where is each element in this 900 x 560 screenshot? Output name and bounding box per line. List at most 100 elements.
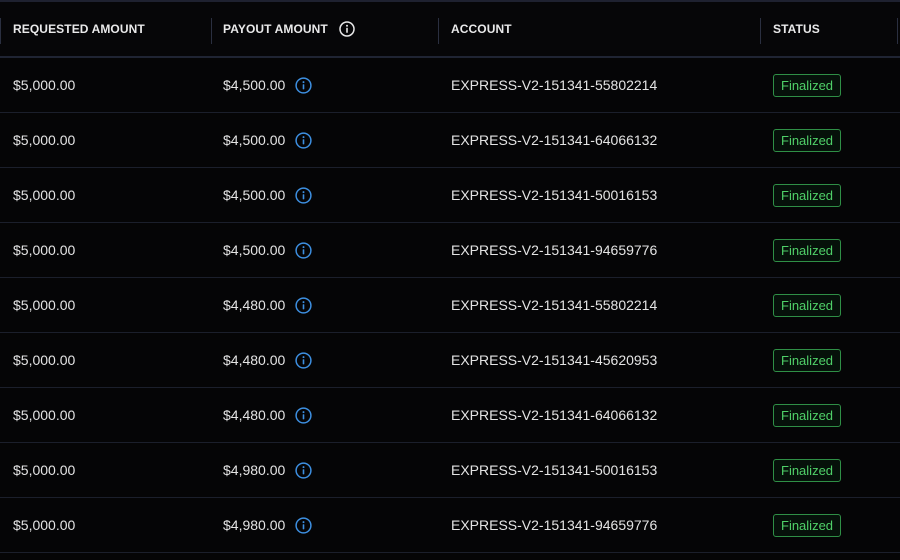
account-value: EXPRESS-V2-151341-94659776 [451, 242, 658, 258]
table-row[interactable]: $5,000.00 $4,500.00 EXPRESS-V2-151341-50… [0, 168, 900, 223]
header-payout-amount-label: PAYOUT AMOUNT [223, 22, 328, 36]
info-icon[interactable] [295, 241, 312, 259]
requested-amount-cell: $5,000.00 [13, 333, 75, 387]
payout-amount-cell: $4,500.00 [223, 168, 312, 222]
payout-amount-value: $4,500.00 [223, 77, 286, 93]
requested-amount-value: $5,000.00 [13, 242, 76, 258]
requested-amount-cell: $5,000.00 [13, 223, 75, 277]
payout-amount-cell: $4,480.00 [223, 388, 312, 442]
account-value: EXPRESS-V2-151341-50016153 [451, 462, 658, 478]
status-badge: Finalized [773, 183, 842, 207]
payout-amount-cell: $4,980.00 [223, 498, 312, 552]
account-cell: EXPRESS-V2-151341-55802214 [451, 58, 657, 112]
payout-amount-value: $4,480.00 [223, 352, 286, 368]
info-icon[interactable] [295, 516, 312, 534]
table-row[interactable]: $5,000.00 $4,500.00 EXPRESS-V2-151341-55… [0, 58, 900, 113]
payout-amount-value: $4,980.00 [223, 517, 286, 533]
payout-amount-cell: $4,500.00 [223, 223, 312, 277]
status-cell: Finalized [773, 223, 842, 277]
account-cell: EXPRESS-V2-151341-55802214 [451, 278, 657, 332]
account-value: EXPRESS-V2-151341-94659776 [451, 517, 658, 533]
column-divider [211, 18, 212, 44]
status-badge: Finalized [773, 348, 842, 372]
payouts-table: REQUESTED AMOUNT PAYOUT AMOUNT ACCOUNT S… [0, 0, 900, 560]
requested-amount-value: $5,000.00 [13, 297, 76, 313]
status-badge: Finalized [773, 73, 842, 97]
account-value: EXPRESS-V2-151341-45620953 [451, 352, 658, 368]
table-row[interactable]: $5,000.00 $4,980.00 EXPRESS-V2-151341-50… [0, 443, 900, 498]
payout-amount-cell: $4,500.00 [223, 58, 312, 112]
requested-amount-value: $5,000.00 [13, 462, 76, 478]
column-divider [760, 18, 761, 44]
payout-amount-value: $4,500.00 [223, 132, 286, 148]
status-cell: Finalized [773, 443, 842, 497]
header-account-label: ACCOUNT [451, 22, 512, 36]
table-row[interactable]: $5,000.00 $4,480.00 EXPRESS-V2-151341-45… [0, 333, 900, 388]
table-row[interactable]: $5,000.00 $4,980.00 EXPRESS-V2-151341-94… [0, 498, 900, 553]
payout-amount-value: $4,980.00 [223, 462, 286, 478]
payout-amount-cell: $4,500.00 [223, 113, 312, 167]
table-row[interactable]: $5,000.00 $4,500.00 EXPRESS-V2-151341-94… [0, 223, 900, 278]
table-body: $5,000.00 $4,500.00 EXPRESS-V2-151341-55… [0, 58, 900, 553]
requested-amount-cell: $5,000.00 [13, 168, 75, 222]
requested-amount-cell: $5,000.00 [13, 443, 75, 497]
info-icon[interactable] [339, 21, 355, 37]
payout-amount-value: $4,500.00 [223, 242, 286, 258]
header-requested-amount-label: REQUESTED AMOUNT [13, 22, 145, 36]
status-badge: Finalized [773, 293, 842, 317]
requested-amount-cell: $5,000.00 [13, 498, 75, 552]
status-badge: Finalized [773, 128, 842, 152]
status-cell: Finalized [773, 168, 842, 222]
account-cell: EXPRESS-V2-151341-64066132 [451, 388, 657, 442]
requested-amount-value: $5,000.00 [13, 517, 76, 533]
account-cell: EXPRESS-V2-151341-94659776 [451, 223, 657, 277]
status-badge: Finalized [773, 238, 842, 262]
account-value: EXPRESS-V2-151341-50016153 [451, 187, 658, 203]
table-row[interactable]: $5,000.00 $4,500.00 EXPRESS-V2-151341-64… [0, 113, 900, 168]
status-badge: Finalized [773, 403, 842, 427]
status-cell: Finalized [773, 333, 842, 387]
header-account[interactable]: ACCOUNT [451, 2, 512, 56]
account-cell: EXPRESS-V2-151341-64066132 [451, 113, 657, 167]
account-cell: EXPRESS-V2-151341-45620953 [451, 333, 657, 387]
header-payout-amount[interactable]: PAYOUT AMOUNT [223, 2, 355, 56]
requested-amount-value: $5,000.00 [13, 407, 76, 423]
header-status[interactable]: STATUS [773, 2, 820, 56]
requested-amount-value: $5,000.00 [13, 187, 76, 203]
info-icon[interactable] [295, 76, 312, 94]
account-cell: EXPRESS-V2-151341-50016153 [451, 443, 657, 497]
payout-amount-cell: $4,980.00 [223, 443, 312, 497]
status-cell: Finalized [773, 278, 842, 332]
requested-amount-cell: $5,000.00 [13, 278, 75, 332]
requested-amount-value: $5,000.00 [13, 352, 76, 368]
requested-amount-value: $5,000.00 [13, 132, 76, 148]
table-row[interactable]: $5,000.00 $4,480.00 EXPRESS-V2-151341-55… [0, 278, 900, 333]
column-divider [438, 18, 439, 44]
status-badge: Finalized [773, 458, 842, 482]
column-divider [0, 18, 1, 44]
info-icon[interactable] [295, 461, 312, 479]
info-icon[interactable] [295, 186, 312, 204]
payout-amount-value: $4,480.00 [223, 407, 286, 423]
table-header: REQUESTED AMOUNT PAYOUT AMOUNT ACCOUNT S… [0, 2, 900, 58]
account-value: EXPRESS-V2-151341-55802214 [451, 297, 658, 313]
account-value: EXPRESS-V2-151341-55802214 [451, 77, 658, 93]
payout-amount-cell: $4,480.00 [223, 333, 312, 387]
info-icon[interactable] [295, 351, 312, 369]
info-icon[interactable] [295, 131, 312, 149]
header-requested-amount[interactable]: REQUESTED AMOUNT [13, 2, 145, 56]
info-icon[interactable] [295, 296, 312, 314]
requested-amount-value: $5,000.00 [13, 77, 76, 93]
status-badge: Finalized [773, 513, 842, 537]
account-value: EXPRESS-V2-151341-64066132 [451, 132, 658, 148]
table-row[interactable]: $5,000.00 $4,480.00 EXPRESS-V2-151341-64… [0, 388, 900, 443]
payout-amount-cell: $4,480.00 [223, 278, 312, 332]
payout-amount-value: $4,500.00 [223, 187, 286, 203]
column-divider [897, 18, 898, 44]
requested-amount-cell: $5,000.00 [13, 388, 75, 442]
header-status-label: STATUS [773, 22, 820, 36]
account-cell: EXPRESS-V2-151341-94659776 [451, 498, 657, 552]
info-icon[interactable] [295, 406, 312, 424]
requested-amount-cell: $5,000.00 [13, 58, 75, 112]
status-cell: Finalized [773, 58, 842, 112]
